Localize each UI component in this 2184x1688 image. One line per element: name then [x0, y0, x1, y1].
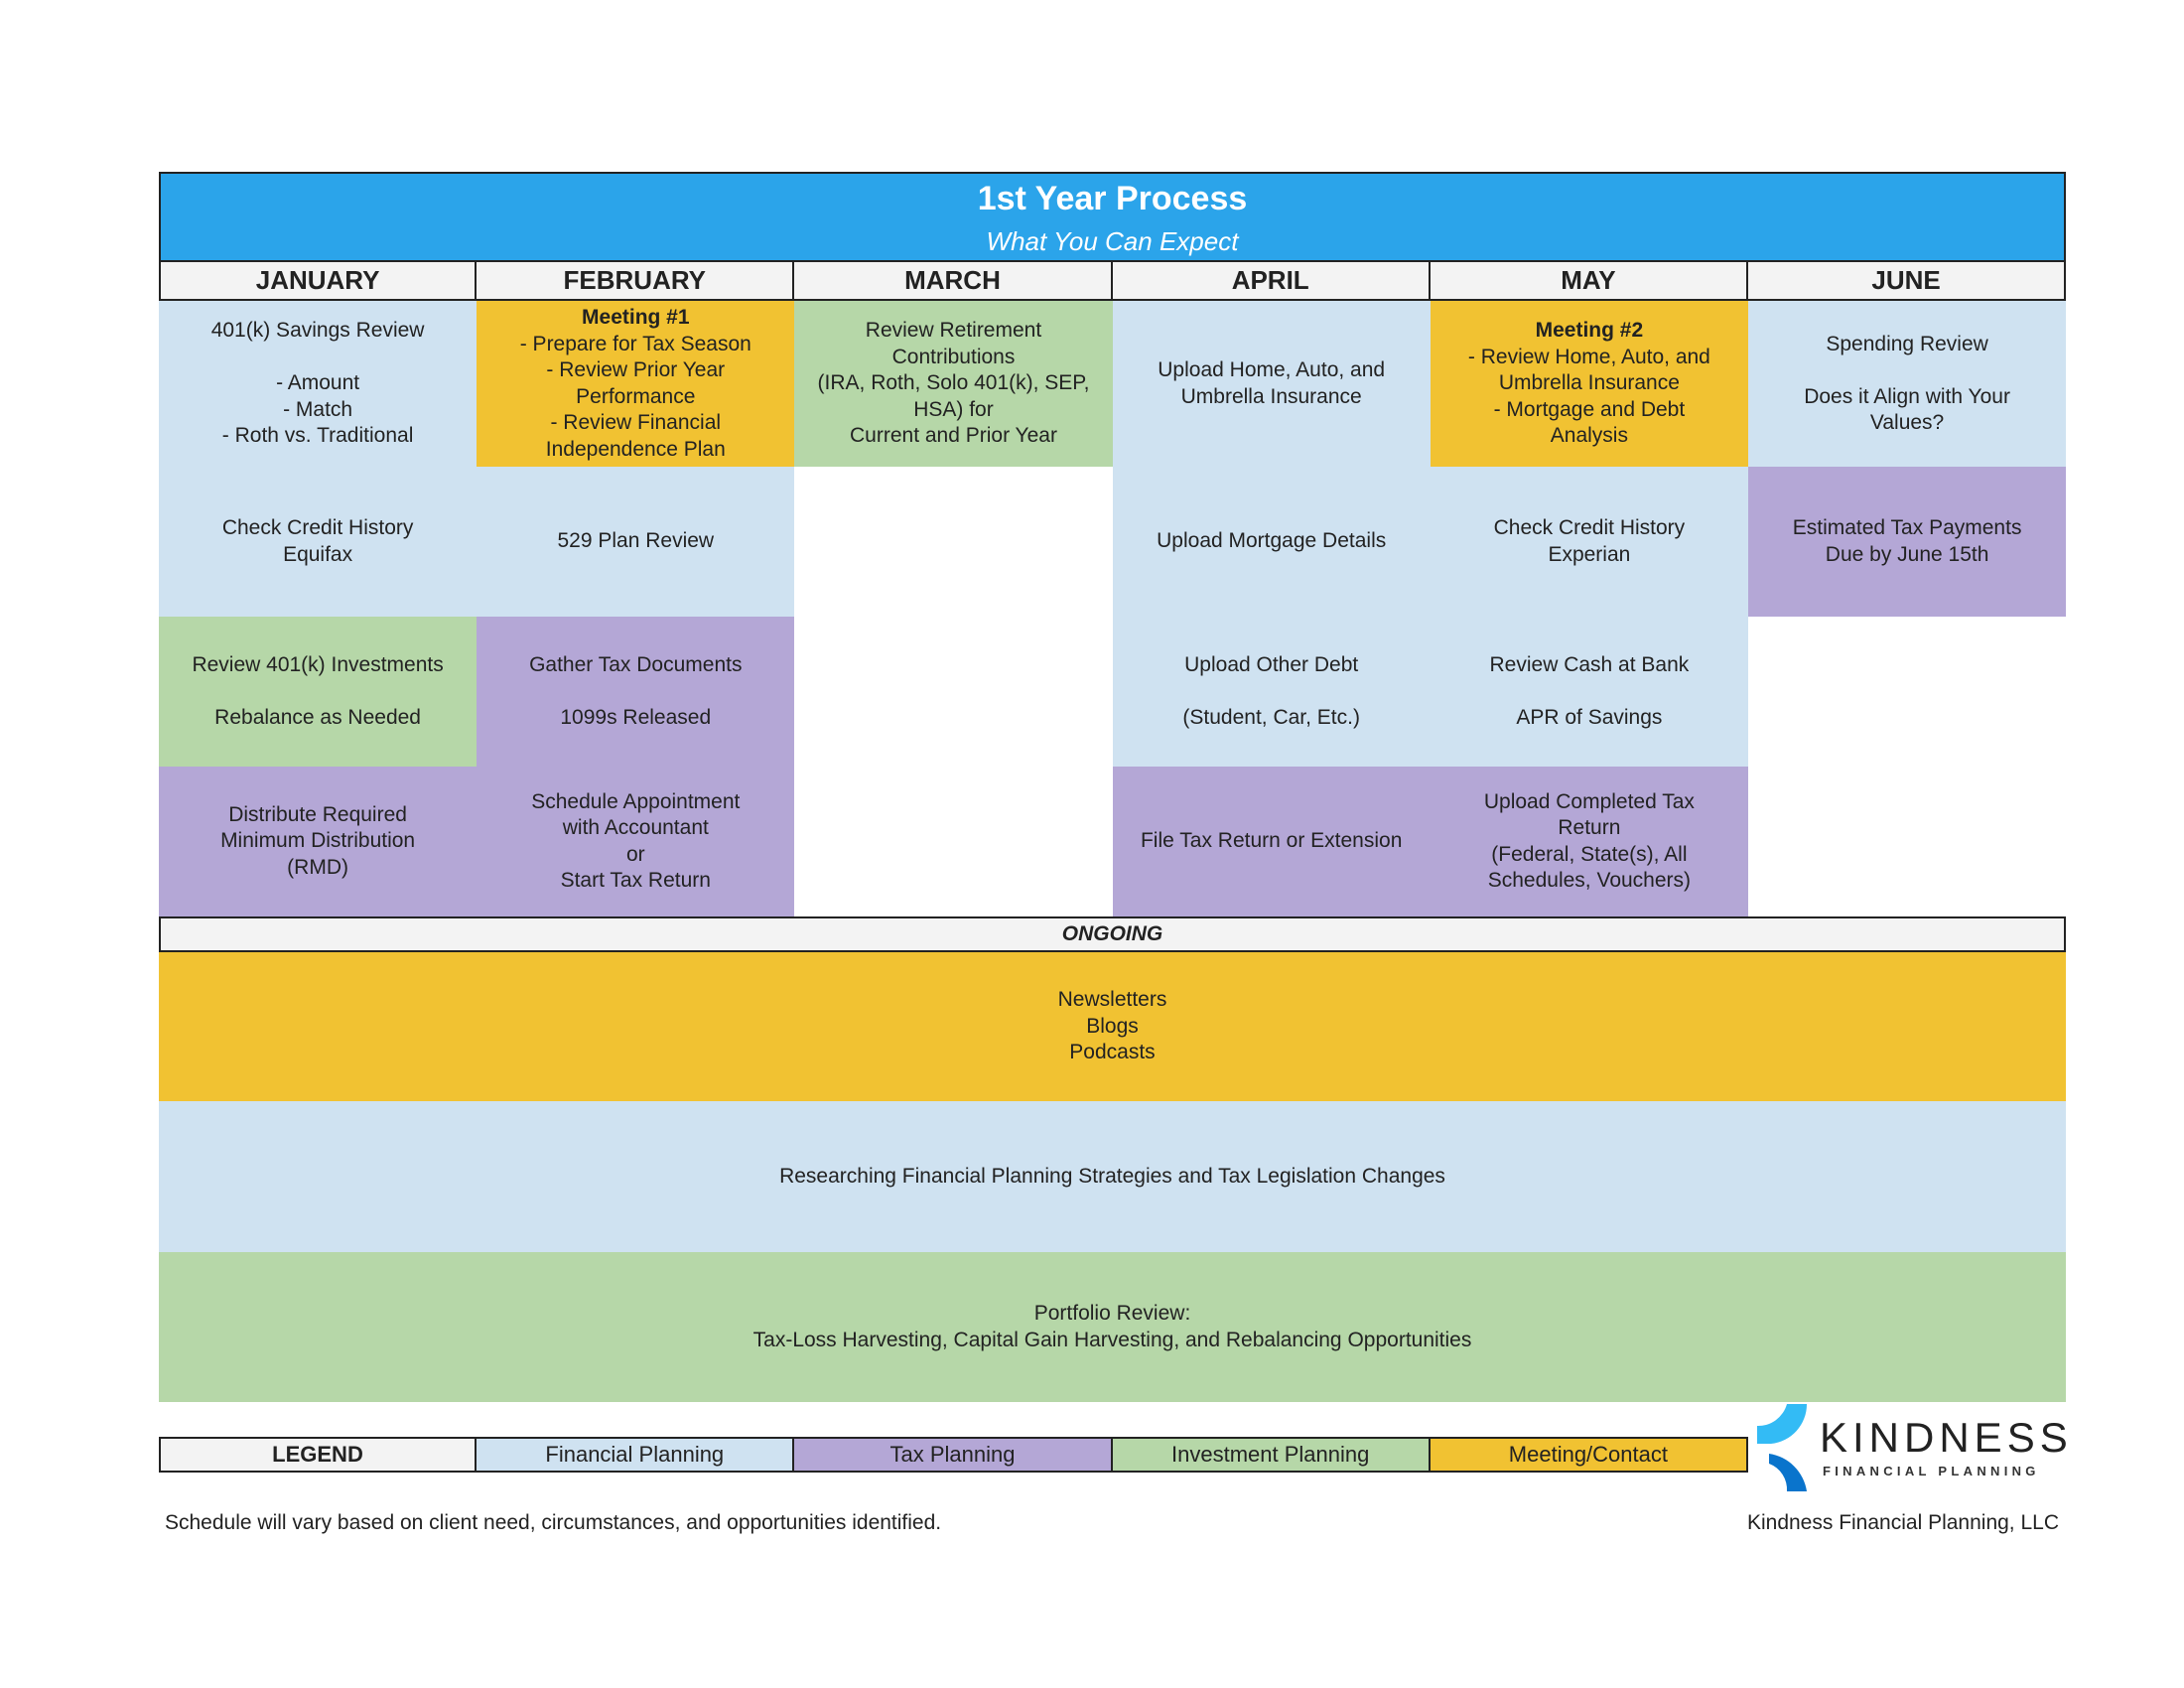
cell-text: Upload Other Debt (Student, Car, Etc.) [1182, 652, 1360, 729]
schedule-cell: Check Credit History Equifax [159, 467, 478, 617]
legend-item-fp: Financial Planning [475, 1437, 795, 1473]
schedule-cell: 529 Plan Review [477, 467, 795, 617]
cell-text: - Prepare for Tax Season - Review Prior … [519, 332, 751, 461]
schedule-cell: Upload Completed Tax Return (Federal, St… [1430, 767, 1748, 916]
logo-tagline: FINANCIAL PLANNING [1823, 1464, 2040, 1478]
cell-text: Review Retirement Contributions (IRA, Ro… [817, 319, 1090, 448]
cell-text: 401(k) Savings Review - Amount - Match -… [210, 319, 425, 448]
cell-text: Estimated Tax Payments Due by June 15th [1792, 516, 2022, 566]
page-subtitle: What You Can Expect [986, 226, 1239, 256]
legend-label: LEGEND [159, 1437, 477, 1473]
cell-text: Upload Completed Tax Return (Federal, St… [1483, 789, 1695, 893]
cell-text: 529 Plan Review [557, 529, 715, 553]
month-header-may: MAY [1428, 260, 1748, 301]
legend-item-mc: Meeting/Contact [1428, 1437, 1748, 1473]
ongoing-header: ONGOING [159, 916, 2066, 952]
cell-text: Schedule Appointment with Accountant or … [531, 789, 741, 893]
meeting-title: Meeting #2 [1535, 319, 1644, 343]
ongoing-row: Researching Financial Planning Strategie… [159, 1101, 2066, 1252]
cell-text: Distribute Required Minimum Distribution… [220, 802, 416, 879]
meeting-title: Meeting #1 [582, 306, 690, 329]
month-header-february: FEBRUARY [475, 260, 795, 301]
cell-text: Review 401(k) Investments Rebalance as N… [192, 652, 444, 729]
schedule-cell: Upload Mortgage Details [1112, 467, 1431, 617]
ongoing-row: Portfolio Review: Tax-Loss Harvesting, C… [159, 1252, 2066, 1402]
schedule-cell: Upload Home, Auto, and Umbrella Insuranc… [1112, 301, 1431, 467]
cell-text: Gather Tax Documents 1099s Released [529, 652, 743, 729]
process-page: 1st Year Process What You Can Expect ONG… [0, 0, 2184, 1688]
cell-text: Upload Mortgage Details [1157, 529, 1387, 553]
month-header-january: JANUARY [159, 260, 478, 301]
cell-text: Check Credit History Equifax [221, 516, 414, 566]
footer-note: Schedule will vary based on client need,… [165, 1511, 942, 1534]
title-banner: 1st Year Process What You Can Expect [159, 172, 2066, 261]
schedule-cell: Review Retirement Contributions (IRA, Ro… [794, 301, 1113, 467]
ongoing-row: Newsletters Blogs Podcasts [159, 952, 2066, 1101]
schedule-cell: File Tax Return or Extension [1112, 767, 1431, 916]
month-header-march: MARCH [792, 260, 1113, 301]
cell-text: Spending Review Does it Align with Your … [1804, 332, 2010, 435]
schedule-cell: Distribute Required Minimum Distribution… [159, 767, 478, 916]
cell-text: - Review Home, Auto, and Umbrella Insura… [1467, 345, 1710, 448]
page-title: 1st Year Process [977, 180, 1248, 217]
schedule-cell: Meeting #1 - Prepare for Tax Season - Rev… [477, 301, 795, 467]
cell-text: Review Cash at Bank APR of Savings [1489, 652, 1690, 729]
cell-text: File Tax Return or Extension [1140, 829, 1403, 853]
schedule-cell: 401(k) Savings Review - Amount - Match -… [159, 301, 478, 467]
schedule-cell: Schedule Appointment with Accountant or … [477, 767, 795, 916]
cell-text: Check Credit History Experian [1493, 516, 1686, 566]
logo-wordmark: KINDNESS [1820, 1414, 2073, 1461]
schedule-cell: Gather Tax Documents 1099s Released [477, 617, 795, 767]
cell-text: Upload Home, Auto, and Umbrella Insuranc… [1158, 358, 1386, 408]
month-header-april: APRIL [1110, 260, 1431, 301]
schedule-cell: Review 401(k) Investments Rebalance as N… [159, 617, 478, 767]
footer-company: Kindness Financial Planning, LLC [1746, 1511, 2059, 1534]
schedule-cell: Review Cash at Bank APR of Savings [1430, 617, 1748, 767]
schedule-cell: Meeting #2- Review Home, Auto, and Umbre… [1430, 301, 1748, 467]
legend-item-tp: Tax Planning [792, 1437, 1113, 1473]
schedule-cell: Check Credit History Experian [1430, 467, 1748, 617]
schedule-cell: Spending Review Does it Align with Your … [1748, 301, 2067, 467]
schedule-cell: Upload Other Debt (Student, Car, Etc.) [1112, 617, 1431, 767]
month-header-june: JUNE [1746, 260, 2067, 301]
legend-item-ip: Investment Planning [1110, 1437, 1431, 1473]
schedule-cell: Estimated Tax Payments Due by June 15th [1748, 467, 2067, 617]
